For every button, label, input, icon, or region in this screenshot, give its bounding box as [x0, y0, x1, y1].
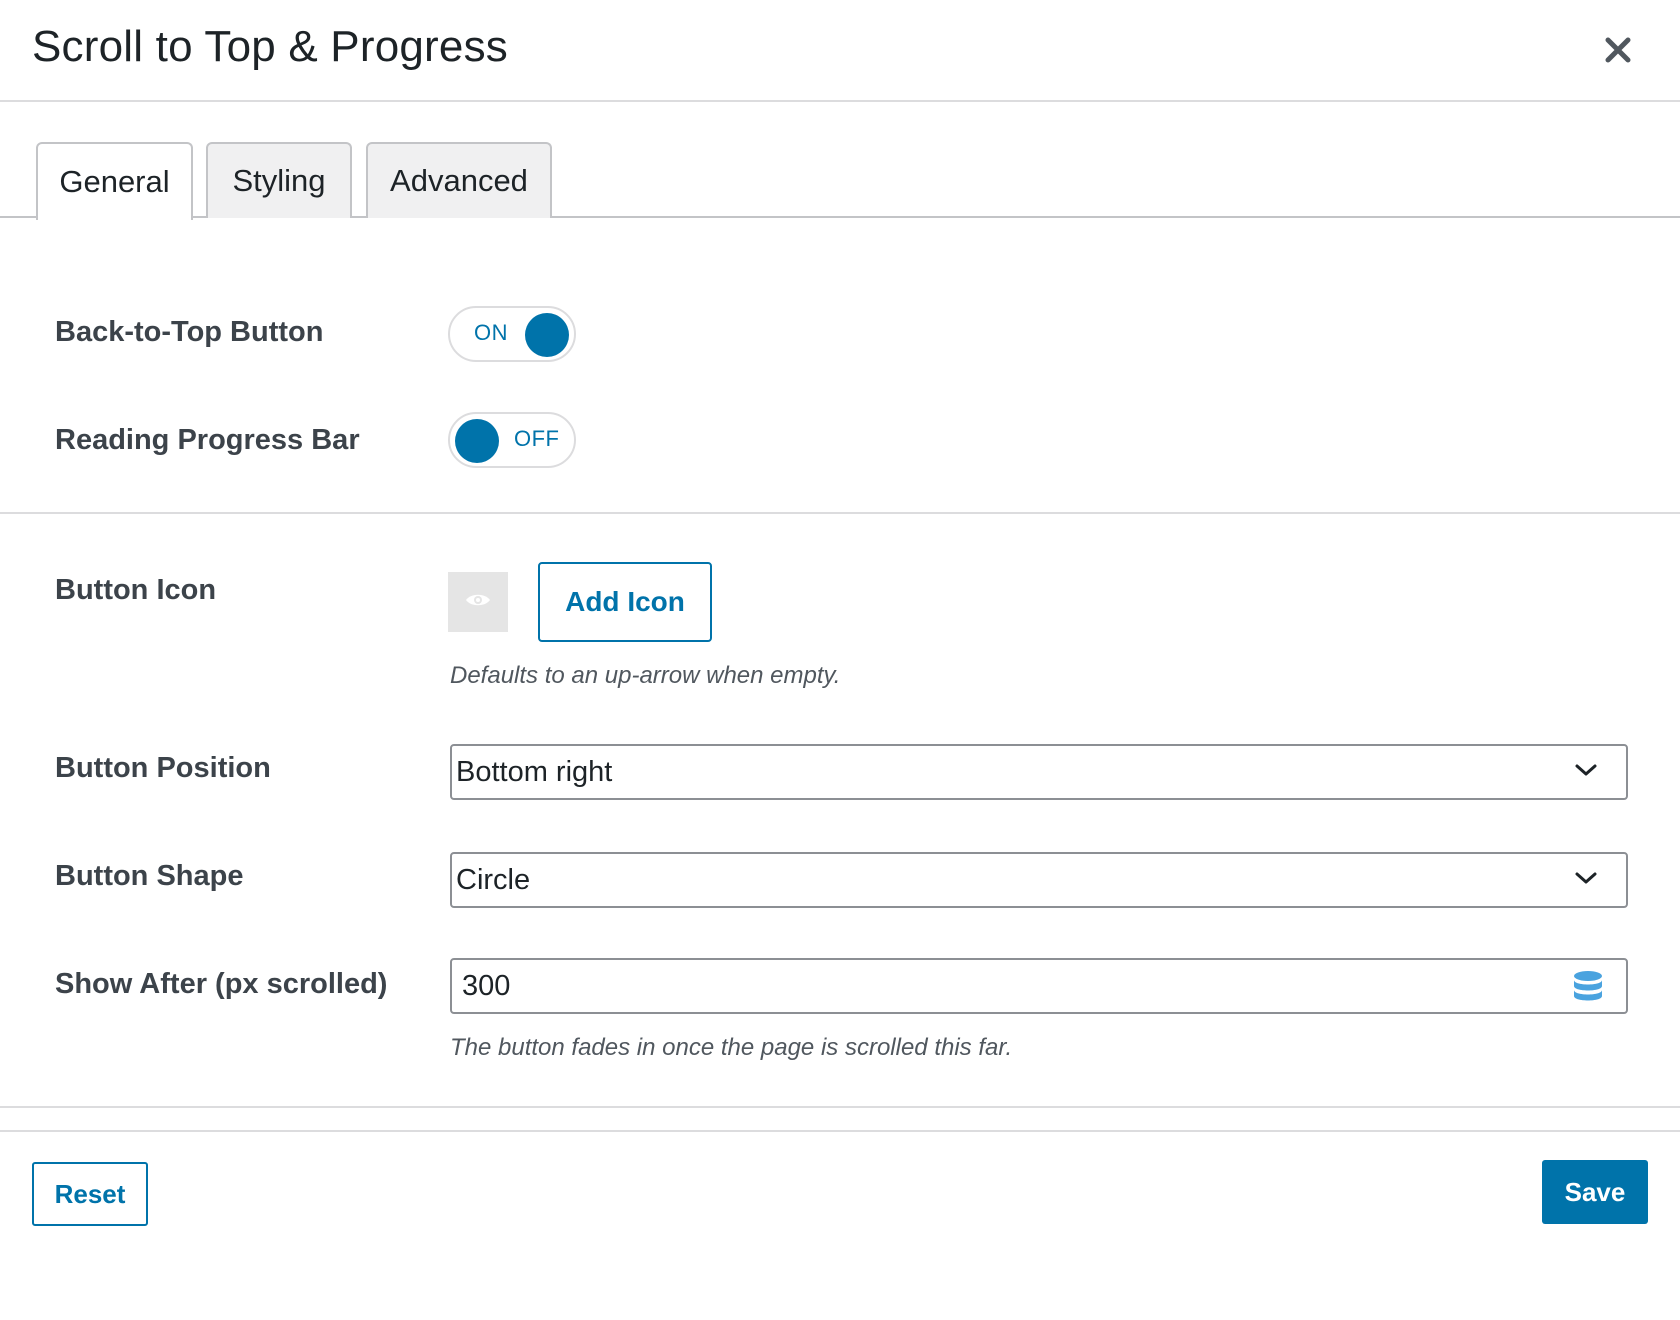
button-position-label: Button Position [55, 752, 271, 784]
database-icon[interactable] [1572, 970, 1604, 1011]
progress-bar-label: Reading Progress Bar [55, 424, 360, 456]
select-value: Circle [456, 863, 531, 896]
reset-button[interactable]: Reset [32, 1162, 148, 1226]
settings-dialog: Scroll to Top & Progress General Styling… [0, 0, 1680, 1320]
tab-advanced[interactable]: Advanced [366, 142, 552, 218]
toggle-state-text: ON [474, 320, 508, 345]
tab-styling[interactable]: Styling [206, 142, 352, 218]
show-after-help: The button fades in once the page is scr… [450, 1034, 1013, 1061]
close-icon [1604, 36, 1632, 69]
back-to-top-toggle[interactable]: ON [448, 306, 576, 362]
input-value: 300 [462, 969, 511, 1002]
progress-bar-toggle[interactable]: OFF [448, 412, 576, 468]
footer-divider [0, 1130, 1680, 1132]
add-icon-button[interactable]: Add Icon [538, 562, 712, 642]
button-shape-label: Button Shape [55, 860, 244, 892]
dialog-header: Scroll to Top & Progress [0, 0, 1680, 102]
tab-bar: General Styling Advanced [0, 102, 1680, 220]
section-divider [0, 1106, 1680, 1108]
button-position-select[interactable]: Bottom right [450, 744, 1628, 800]
button-icon-label: Button Icon [55, 574, 217, 606]
dialog-title: Scroll to Top & Progress [32, 22, 508, 71]
button-icon-help: Defaults to an up-arrow when empty. [450, 662, 841, 689]
toggle-state-text: OFF [514, 426, 560, 451]
chevron-down-icon [1574, 762, 1598, 783]
show-after-input[interactable]: 300 [450, 958, 1628, 1014]
button-shape-select[interactable]: Circle [450, 852, 1628, 908]
save-button[interactable]: Save [1542, 1160, 1648, 1224]
close-button[interactable] [1596, 30, 1640, 74]
toggle-knob [455, 419, 499, 463]
back-to-top-label: Back-to-Top Button [55, 316, 324, 348]
chevron-down-icon [1574, 870, 1598, 891]
select-value: Bottom right [456, 755, 613, 788]
toggle-knob [525, 313, 569, 357]
eye-icon [465, 592, 491, 613]
show-after-label: Show After (px scrolled) [55, 968, 388, 1000]
section-divider [0, 512, 1680, 514]
icon-preview [448, 572, 508, 632]
tab-general[interactable]: General [36, 142, 193, 220]
